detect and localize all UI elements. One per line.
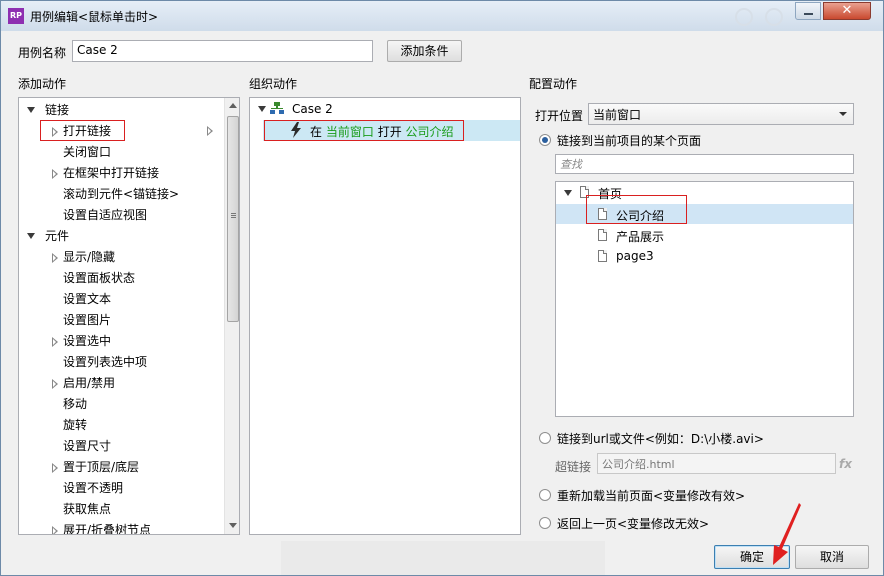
radio-back[interactable] [539,517,551,529]
radio-reload[interactable] [539,489,551,501]
action-item[interactable]: 设置文本 [63,290,111,307]
page-search-input[interactable]: 查找 [555,154,854,174]
scroll-up-arrow-icon[interactable] [229,103,237,108]
open-location-value: 当前窗口 [593,108,642,122]
page-icon [598,250,607,262]
axure-rp-icon: RP [8,8,24,24]
expand-arrow-icon [207,126,214,136]
watermark-overlay [281,541,605,575]
pages-tree[interactable]: 首页 公司介绍 产品展示 page3 [555,181,854,417]
page-page3[interactable]: page3 [616,249,654,263]
action-item[interactable]: 设置列表选中项 [63,353,147,370]
add-actions-header: 添加动作 [18,77,67,91]
annotation-highlight-box [264,120,464,141]
grip-icon [231,213,236,214]
open-location-select[interactable]: 当前窗口 [588,103,854,125]
action-item[interactable]: 设置不透明 [63,479,123,496]
action-item[interactable]: 设置尺寸 [63,437,111,454]
add-actions-scrollbar[interactable] [224,98,239,534]
expand-arrow-icon[interactable] [52,169,59,179]
add-actions-tree[interactable]: 链接 打开链接 关闭窗口 在框架中打开链接 滚动到元件<锚链接> 设置自适应视图 元件 显示/… [18,97,240,535]
annotation-highlight-box [586,195,687,224]
action-item[interactable]: 启用/禁用 [63,374,115,391]
case-label[interactable]: Case 2 [292,102,333,116]
close-button[interactable]: ✕ [823,2,871,20]
case-name-input[interactable]: Case 2 [72,40,373,62]
page-icon [598,229,607,241]
action-item[interactable]: 设置面板状态 [63,269,135,286]
action-item[interactable]: 展开/折叠树节点 [63,521,151,534]
action-item[interactable]: 设置选中 [63,332,111,349]
ghost-circle-icon [735,8,753,26]
action-group-label[interactable]: 链接 [45,101,69,118]
hyperlink-input[interactable]: 公司介绍.html [597,453,836,474]
radio-link-url[interactable] [539,432,551,444]
organize-actions-tree[interactable]: Case 2 在 当前窗口 打开 公司介绍 [249,97,521,535]
option-link-page-label[interactable]: 链接到当前项目的某个页面 [557,132,701,149]
collapse-arrow-icon[interactable] [27,233,35,239]
annotation-arrow-icon [773,503,801,565]
action-item[interactable]: 滚动到元件<锚链接> [63,185,179,202]
scrollbar-thumb[interactable] [227,116,239,322]
expand-arrow-icon[interactable] [52,379,59,389]
open-location-label: 打开位置 [535,109,584,123]
expand-arrow-icon[interactable] [52,526,59,534]
action-item[interactable]: 获取焦点 [63,500,111,517]
case-tree-icon [270,102,284,114]
radio-link-page[interactable] [539,134,551,146]
action-item[interactable]: 移动 [63,395,87,412]
expand-arrow-icon[interactable] [52,463,59,473]
collapse-arrow-icon[interactable] [564,190,572,196]
scroll-down-arrow-icon[interactable] [229,523,237,528]
minimize-button[interactable] [795,2,821,20]
action-item[interactable]: 关闭窗口 [63,143,111,160]
action-item[interactable]: 置于顶层/底层 [63,458,139,475]
action-item[interactable]: 设置自适应视图 [63,206,147,223]
fx-button[interactable]: fx [839,457,852,471]
option-link-url-label[interactable]: 链接到url或文件<例如：D:\小楼.avi> [557,430,764,447]
minimize-icon [804,13,813,15]
chevron-down-icon [839,112,847,116]
action-item[interactable]: 显示/隐藏 [63,248,115,265]
page-products[interactable]: 产品展示 [616,228,664,245]
action-item[interactable]: 旋转 [63,416,87,433]
case-editor-dialog: RP 用例编辑<鼠标单击时> ✕ 用例名称 Case 2 添加条件 添加动作 组… [0,0,884,576]
cancel-button[interactable]: 取消 [795,545,869,569]
add-condition-button[interactable]: 添加条件 [387,40,462,62]
option-reload-label[interactable]: 重新加载当前页面<变量修改有效> [557,487,745,504]
case-name-label: 用例名称 [18,46,67,60]
title-bar[interactable]: RP 用例编辑<鼠标单击时> ✕ [1,1,883,31]
expand-arrow-icon[interactable] [52,337,59,347]
action-item[interactable]: 在框架中打开链接 [63,164,159,181]
action-item[interactable]: 设置图片 [63,311,111,328]
option-back-label[interactable]: 返回上一页<变量修改无效> [557,515,709,532]
window-title: 用例编辑<鼠标单击时> [30,10,159,24]
action-group-label[interactable]: 元件 [45,227,69,244]
collapse-arrow-icon[interactable] [258,106,266,112]
collapse-arrow-icon[interactable] [27,107,35,113]
configure-actions-header: 配置动作 [529,77,578,91]
hyperlink-label: 超链接 [555,460,592,474]
expand-arrow-icon[interactable] [52,253,59,263]
organize-actions-header: 组织动作 [249,77,298,91]
ghost-circle-icon [765,8,783,26]
